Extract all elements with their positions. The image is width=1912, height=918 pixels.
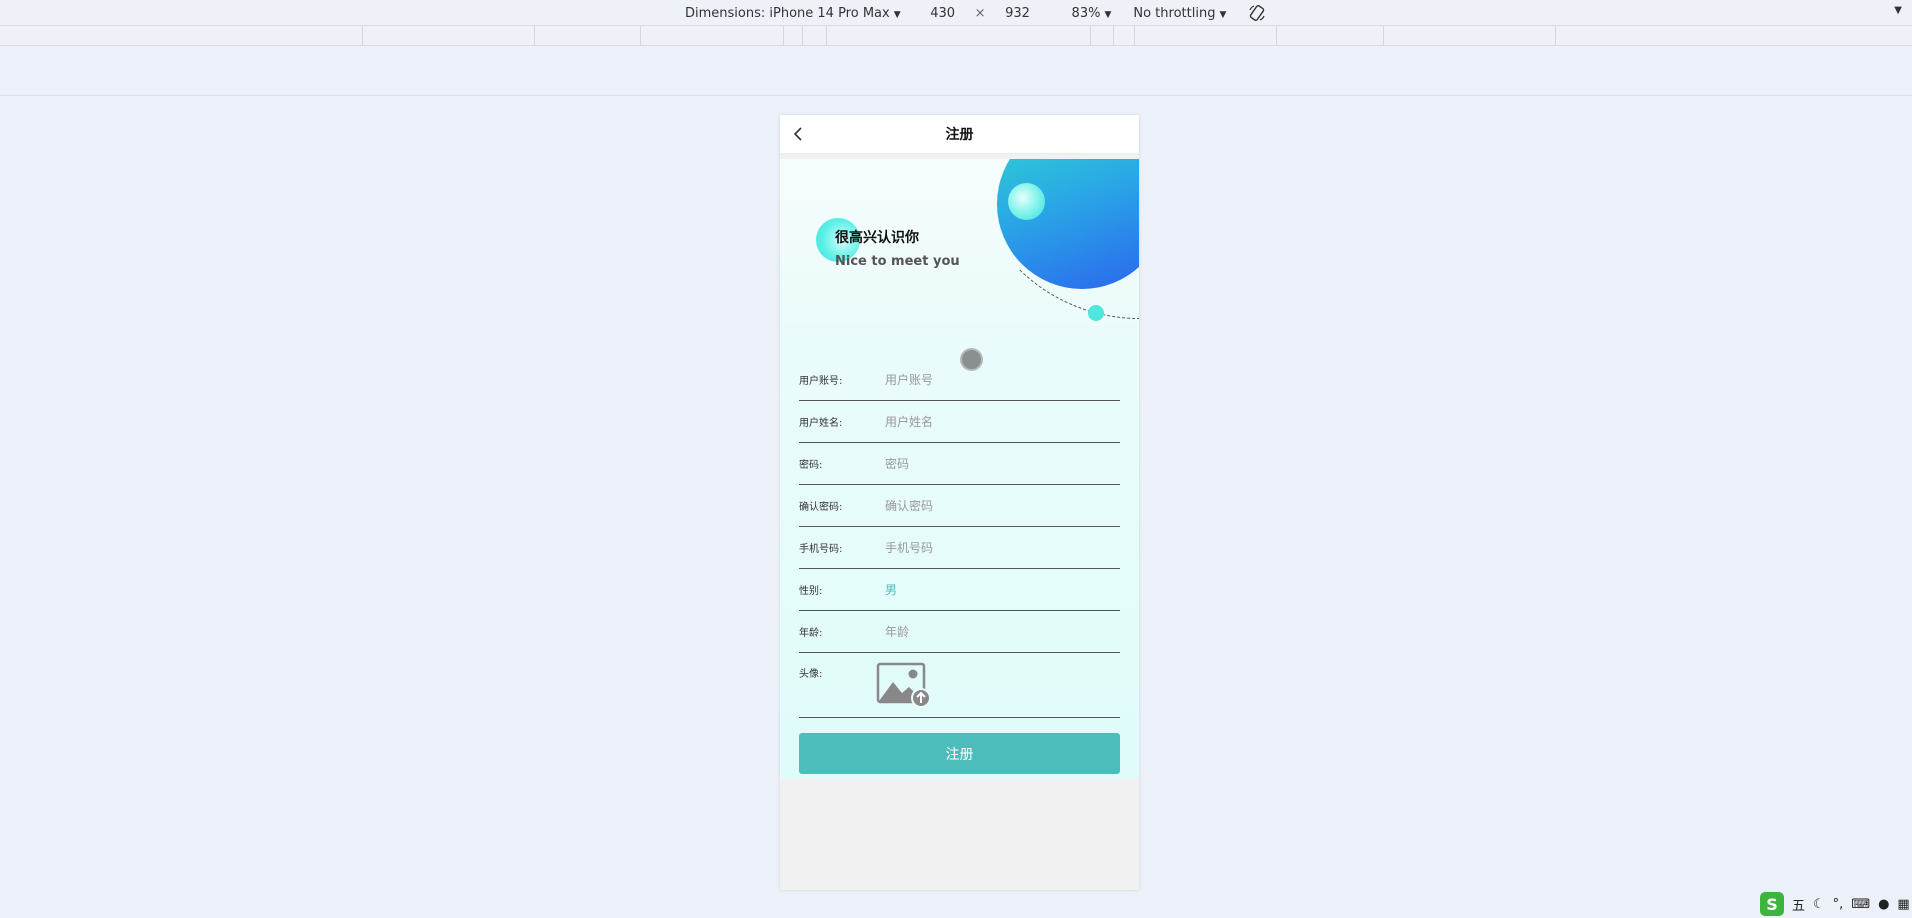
hero-title: 很高兴认识你 [835,230,919,246]
rotate-icon[interactable] [1248,4,1266,22]
phone-row: 手机号码: [799,527,1120,569]
name-row: 用户姓名: [799,401,1120,443]
phone-label: 手机号码: [799,544,843,555]
age-row: 年龄: [799,611,1120,653]
apps-icon[interactable]: ▦ [1897,897,1909,912]
password-row: 密码: [799,443,1120,485]
throttling-select[interactable]: No throttling ▼ [1133,6,1226,21]
navbar: 注册 [780,115,1139,154]
name-label: 用户姓名: [799,418,843,429]
age-label: 年龄: [799,628,823,639]
toolbar-divider [0,95,1912,96]
back-arrow-icon[interactable] [790,125,808,143]
password-label: 密码: [799,460,823,471]
register-form: 用户账号: 用户姓名: 密码: 确认密码: 手机号码: 性别: 男 [799,359,1120,718]
device-name: Dimensions: iPhone 14 Pro Max [685,5,890,21]
confirm-password-label: 确认密码: [799,502,843,513]
account-row: 用户账号: [799,359,1120,401]
gender-picker[interactable]: 男 [885,581,897,598]
more-options-icon[interactable]: ▼ [1894,5,1902,16]
user-icon[interactable]: ● [1878,897,1889,912]
dimension-separator: × [974,5,986,21]
ime-mode[interactable]: 五 [1792,895,1805,914]
device-toolbar-controls: Dimensions: iPhone 14 Pro Max ▼ 430 × 932… [685,4,1266,22]
image-upload-icon[interactable] [876,662,931,708]
register-button[interactable]: 注册 [799,733,1120,774]
throttling-value: No throttling [1133,5,1216,21]
account-input[interactable] [885,372,1120,387]
account-label: 用户账号: [799,376,843,387]
height-field[interactable]: 932 [998,6,1038,21]
zoom-select[interactable]: 83% ▼ [1072,6,1112,21]
media-query-ruler [0,25,1912,46]
name-input[interactable] [885,414,1120,429]
caret-down-icon: ▼ [893,9,901,20]
moon-icon[interactable]: ☾ [1813,897,1825,912]
avatar-label: 头像: [799,669,823,680]
device-viewport: 注册 很高兴认识你 Nice to meet you 用户账号: 用户姓名: 密… [780,115,1139,890]
age-input[interactable] [885,624,1120,639]
decorative-orbit [970,159,1139,319]
zoom-value: 83% [1071,5,1101,21]
gender-row: 性别: 男 [799,569,1120,611]
register-content: 很高兴认识你 Nice to meet you 用户账号: 用户姓名: 密码: … [780,159,1139,779]
phone-input[interactable] [885,540,1120,555]
avatar-row: 头像: [799,653,1120,718]
confirm-password-input[interactable] [885,498,1120,513]
confirm-password-row: 确认密码: [799,485,1120,527]
hero-subtitle: Nice to meet you [835,254,960,269]
keyboard-icon[interactable]: ⌨ [1851,897,1870,912]
gender-label: 性别: [799,586,823,597]
ime-tray: S 五 ☾ °, ⌨ ● ▦ [1752,890,1912,918]
sogou-ime-icon[interactable]: S [1760,892,1784,916]
width-field[interactable]: 430 [923,6,963,21]
decorative-bubble [1008,183,1045,220]
caret-down-icon: ▼ [1219,9,1227,20]
punctuation-icon[interactable]: °, [1833,897,1844,912]
device-toolbar: Dimensions: iPhone 14 Pro Max ▼ 430 × 932… [0,0,1912,25]
password-input[interactable] [885,456,1120,471]
device-select[interactable]: Dimensions: iPhone 14 Pro Max ▼ [685,6,901,21]
caret-down-icon: ▼ [1104,9,1112,20]
decorative-bubble [1088,305,1104,321]
hero-banner: 很高兴认识你 Nice to meet you [780,159,1139,371]
page-title: 注册 [945,127,974,143]
